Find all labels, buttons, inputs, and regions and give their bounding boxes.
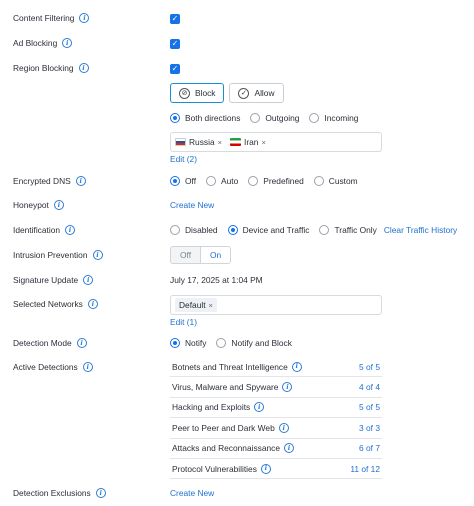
info-icon[interactable]: i xyxy=(75,176,86,186)
block-icon: ⊘ xyxy=(179,87,190,99)
dns-predefined[interactable]: Predefined xyxy=(248,176,304,186)
iran-flag-icon xyxy=(230,138,241,146)
detection-notify-block[interactable]: Notify and Block xyxy=(216,338,292,348)
dns-custom[interactable]: Custom xyxy=(313,176,358,186)
networks-edit-link[interactable]: Edit (1) xyxy=(170,317,197,327)
info-icon[interactable]: i xyxy=(278,422,289,433)
allow-check-icon: ✓ xyxy=(238,87,250,99)
honeypot-label: Honeypot i xyxy=(13,200,64,210)
close-icon[interactable]: × xyxy=(218,138,222,147)
block-button[interactable]: ⊘ Block xyxy=(170,83,225,103)
info-icon[interactable]: i xyxy=(87,299,98,309)
region-tag-iran: Iran × xyxy=(230,137,266,147)
close-icon[interactable]: × xyxy=(209,301,213,310)
table-row[interactable]: Peer to Peer and Dark Web i 3 of 3 xyxy=(170,418,382,439)
radio-icon[interactable] xyxy=(170,225,180,235)
network-tag-box[interactable]: Default × xyxy=(170,295,382,315)
radio-icon[interactable] xyxy=(227,225,238,235)
info-icon[interactable]: i xyxy=(53,200,64,210)
selected-networks-label: Selected Networks i xyxy=(13,299,98,309)
radio-icon[interactable] xyxy=(170,338,180,348)
radio-icon[interactable] xyxy=(170,113,180,123)
ad-blocking-label: Ad Blocking i xyxy=(13,38,73,48)
info-icon[interactable]: i xyxy=(78,63,89,73)
info-icon[interactable]: i xyxy=(76,338,87,348)
content-filtering-label: Content Filtering i xyxy=(13,13,90,23)
info-icon[interactable]: i xyxy=(83,275,94,285)
network-tag-field[interactable]: Default × xyxy=(170,295,382,315)
ad-blocking-checkbox[interactable]: ✓ xyxy=(170,39,180,49)
russia-flag-icon xyxy=(175,138,186,146)
radio-icon[interactable] xyxy=(170,176,180,186)
identification-label: Identification i xyxy=(13,225,76,235)
radio-icon[interactable] xyxy=(248,176,259,186)
info-icon[interactable]: i xyxy=(92,250,103,260)
identification-device-traffic[interactable]: Device and Traffic xyxy=(227,225,309,235)
info-icon[interactable]: i xyxy=(291,361,302,372)
table-row[interactable]: Protocol Vulnerabilities i 11 of 12 xyxy=(170,459,382,480)
radio-icon[interactable] xyxy=(250,113,261,123)
radio-icon[interactable] xyxy=(319,225,330,235)
active-detections-label: Active Detections i xyxy=(13,362,93,372)
region-blocking-checkbox[interactable]: ✓ xyxy=(170,64,180,74)
info-icon[interactable]: i xyxy=(62,38,73,48)
close-icon[interactable]: × xyxy=(261,138,265,147)
honeypot-create-new-link[interactable]: Create New xyxy=(170,200,214,210)
identification-traffic-only[interactable]: Traffic Only xyxy=(319,225,377,235)
table-row[interactable]: Virus, Malware and Spyware i 4 of 4 xyxy=(170,377,382,398)
region-tag-box[interactable]: Russia × Iran × xyxy=(170,132,382,152)
info-icon[interactable]: i xyxy=(260,463,271,474)
info-icon[interactable]: i xyxy=(65,225,76,235)
intrusion-prevention-label: Intrusion Prevention i xyxy=(13,250,103,260)
region-edit-link[interactable]: Edit (2) xyxy=(170,154,197,164)
allow-button[interactable]: ✓ Allow xyxy=(229,83,284,103)
toggle-off-option[interactable]: Off xyxy=(171,247,201,263)
dns-auto[interactable]: Auto xyxy=(206,176,238,186)
encrypted-dns-label: Encrypted DNS i xyxy=(13,176,86,186)
dns-off[interactable]: Off xyxy=(170,176,196,186)
info-icon[interactable]: i xyxy=(282,382,293,393)
content-filtering-checkbox[interactable]: ✓ xyxy=(170,14,180,24)
region-blocking-label: Region Blocking i xyxy=(13,63,89,73)
identification-radio-group: Disabled Device and Traffic Traffic Only… xyxy=(170,225,457,235)
detection-mode-radio-group: Notify Notify and Block xyxy=(170,338,302,348)
info-icon[interactable]: i xyxy=(95,488,106,498)
radio-icon[interactable] xyxy=(313,176,324,186)
detection-exclusions-create-new-link[interactable]: Create New xyxy=(170,488,214,498)
detection-notify[interactable]: Notify xyxy=(170,338,206,348)
info-icon[interactable]: i xyxy=(254,402,265,413)
region-tag-russia: Russia × xyxy=(175,137,222,147)
detection-exclusions-label: Detection Exclusions i xyxy=(13,488,106,498)
identification-disabled[interactable]: Disabled xyxy=(170,225,218,235)
info-icon[interactable]: i xyxy=(82,362,93,372)
info-icon[interactable]: i xyxy=(284,443,295,454)
direction-radio-group: Both directions Outgoing Incoming xyxy=(170,113,368,123)
clear-traffic-history-link[interactable]: Clear Traffic History xyxy=(384,225,457,235)
info-icon[interactable]: i xyxy=(79,13,90,23)
table-row[interactable]: Attacks and Reconnaissance i 6 of 7 xyxy=(170,439,382,459)
table-row[interactable]: Hacking and Exploits i 5 of 5 xyxy=(170,398,382,419)
table-row[interactable]: Botnets and Threat Intelligence i 5 of 5 xyxy=(170,357,382,378)
radio-icon[interactable] xyxy=(206,176,217,186)
network-tag-default: Default × xyxy=(175,298,217,312)
radio-icon[interactable] xyxy=(216,338,227,348)
radio-icon[interactable] xyxy=(309,113,320,123)
direction-incoming[interactable]: Incoming xyxy=(309,113,358,123)
toggle-on-option[interactable]: On xyxy=(200,247,231,263)
direction-outgoing[interactable]: Outgoing xyxy=(250,113,299,123)
encrypted-dns-radio-group: Off Auto Predefined Custom xyxy=(170,176,368,186)
region-mode-buttons: ⊘ Block ✓ Allow xyxy=(170,83,289,103)
intrusion-prevention-toggle[interactable]: Off On xyxy=(170,246,232,264)
signature-update-value: July 17, 2025 at 1:04 PM xyxy=(170,275,263,285)
signature-update-label: Signature Update i xyxy=(13,275,94,285)
region-tag-field[interactable]: Russia × Iran × xyxy=(170,132,382,152)
detection-mode-label: Detection Mode i xyxy=(13,338,87,348)
active-detections-table: Botnets and Threat Intelligence i 5 of 5 V… xyxy=(170,357,382,480)
direction-both[interactable]: Both directions xyxy=(170,113,240,123)
